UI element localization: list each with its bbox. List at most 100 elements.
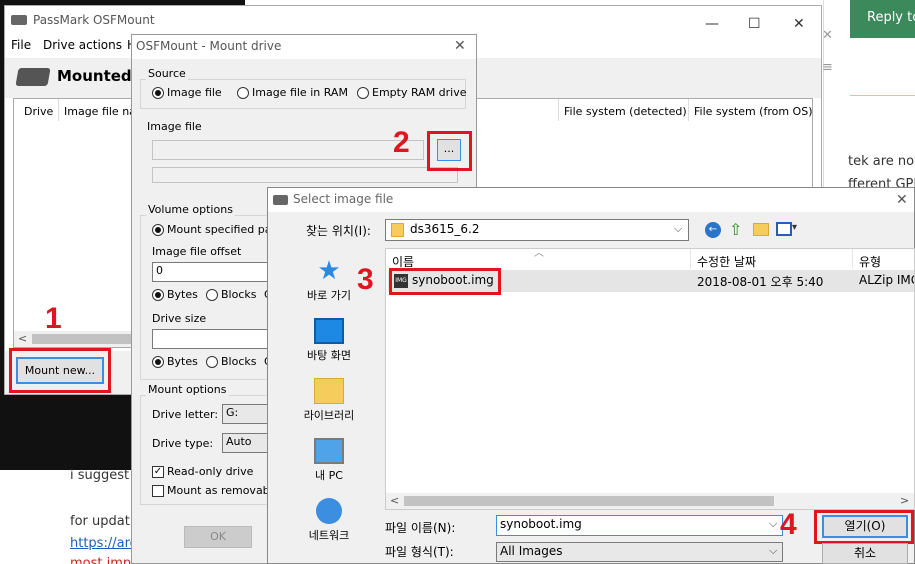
maximize-button[interactable]: ☐ <box>748 16 761 32</box>
chevron-down-icon[interactable]: ⌵ <box>769 544 777 558</box>
col-separator <box>852 249 853 269</box>
web-menu-icon[interactable]: ≡ <box>822 60 833 75</box>
nav-label: 바탕 화면 <box>307 349 351 362</box>
select-image-file-dialog: Select image file ✕ 찾는 위치(I): ds3615_6.2… <box>267 187 915 564</box>
radio-label: Bytes <box>167 288 198 301</box>
radio-dot[interactable] <box>206 356 218 368</box>
col-drive[interactable]: Drive <box>24 105 53 118</box>
drive-icon <box>15 68 51 86</box>
filetype-label: 파일 형식(T): <box>385 545 454 559</box>
col-modified[interactable]: 수정한 날짜 <box>697 253 756 270</box>
web-snippet-1: tek are now <box>848 154 915 169</box>
checkbox-label: Mount as removable <box>167 484 280 497</box>
web-close-icon[interactable]: ✕ <box>822 28 833 43</box>
step-marker-4: 4 <box>780 508 797 541</box>
new-folder-icon[interactable] <box>753 223 769 236</box>
col-type[interactable]: 유형 <box>859 253 881 270</box>
size-unit-blocks[interactable]: Blocks <box>206 355 256 368</box>
checkbox-box[interactable]: ✓ <box>152 466 164 478</box>
view-menu-chevron-icon[interactable]: ▾ <box>792 222 797 233</box>
dialog-title: OSFMount - Mount drive <box>136 39 282 53</box>
radio-dot[interactable] <box>152 224 164 236</box>
file-dialog-title: Select image file <box>293 192 394 206</box>
scroll-thumb[interactable] <box>32 334 132 344</box>
dialog-close-button[interactable]: ✕ <box>454 38 466 54</box>
radio-image-file[interactable]: Image file <box>152 86 222 99</box>
library-icon <box>314 378 344 404</box>
minimize-button[interactable]: — <box>705 16 719 32</box>
offset-unit-bytes[interactable]: Bytes <box>152 288 198 301</box>
file-dialog-icon <box>273 195 288 205</box>
drive-type-label: Drive type: <box>152 437 214 450</box>
star-icon: ★ <box>317 256 341 286</box>
file-modified: 2018-08-01 오후 5:40 <box>697 275 824 289</box>
look-in-select[interactable]: ds3615_6.2 ⌵ <box>385 219 689 241</box>
open-button[interactable]: 열기(O) <box>822 515 908 538</box>
radio-dot[interactable] <box>237 87 249 99</box>
step-marker-2: 2 <box>393 126 410 159</box>
radio-label: Image file <box>167 86 222 99</box>
radio-dot[interactable] <box>152 356 164 368</box>
radio-dot[interactable] <box>152 87 164 99</box>
file-list-scrollbar[interactable]: < > <box>386 493 914 509</box>
nav-label: 네트워크 <box>308 529 350 542</box>
source-group-label: Source <box>146 67 188 80</box>
look-in-label: 찾는 위치(I): <box>306 224 371 238</box>
reply-button[interactable]: Reply to <box>850 0 915 38</box>
offset-unit-blocks[interactable]: Blocks <box>206 288 256 301</box>
ok-button[interactable]: OK <box>184 526 252 548</box>
scroll-thumb[interactable] <box>404 496 774 506</box>
nav-desktop[interactable]: 바탕 화면 <box>274 318 384 363</box>
file-list[interactable]: ︿ 이름 수정한 날짜 유형 IMG synoboot.img 2018-08-… <box>385 248 915 510</box>
radio-label: Bytes <box>167 355 198 368</box>
volume-group-label: Volume options <box>146 203 235 216</box>
radio-image-in-ram[interactable]: Image file in RAM <box>237 86 348 99</box>
radio-dot[interactable] <box>357 87 369 99</box>
filetype-select[interactable]: All Images ⌵ <box>496 542 783 562</box>
look-in-value: ds3615_6.2 <box>410 222 480 236</box>
menu-file[interactable]: File <box>11 38 31 52</box>
readonly-checkbox[interactable]: ✓ Read-only drive <box>152 465 253 478</box>
chevron-down-icon: ⌵ <box>674 222 683 235</box>
nav-libraries[interactable]: 라이브러리 <box>274 378 384 423</box>
file-highlight <box>389 268 501 295</box>
cancel-button[interactable]: 취소 <box>822 543 908 564</box>
scroll-right-arrow[interactable]: > <box>900 494 909 507</box>
view-menu-icon[interactable] <box>776 222 792 236</box>
filename-value: synoboot.img <box>500 517 582 531</box>
drive-size-field[interactable] <box>152 329 272 349</box>
size-unit-bytes[interactable]: Bytes <box>152 355 198 368</box>
radio-label: Mount specified parti <box>167 223 284 236</box>
col-fs-os[interactable]: File system (from OS) <box>694 105 813 118</box>
radio-mount-specified[interactable]: Mount specified parti <box>152 223 283 236</box>
scroll-left-arrow[interactable]: < <box>390 494 399 507</box>
menu-drive-actions[interactable]: Drive actions <box>43 38 122 52</box>
offset-field[interactable]: 0 <box>152 262 272 282</box>
radio-label: Blocks <box>221 288 257 301</box>
scroll-left-arrow[interactable]: < <box>18 332 27 345</box>
chevron-down-icon[interactable]: ⌵ <box>769 517 777 531</box>
network-icon <box>316 498 342 524</box>
col-separator <box>558 99 559 121</box>
nav-this-pc[interactable]: 내 PC <box>274 438 384 483</box>
radio-label: Empty RAM drive <box>372 86 467 99</box>
image-file-path-field[interactable] <box>152 140 424 160</box>
close-button[interactable]: ✕ <box>793 16 805 32</box>
col-fs-detected[interactable]: File system (detected) <box>564 105 687 118</box>
filename-label: 파일 이름(N): <box>385 521 456 535</box>
checkbox-box[interactable] <box>152 485 164 497</box>
nav-network[interactable]: 네트워크 <box>274 498 384 543</box>
back-icon[interactable]: ← <box>705 222 721 238</box>
radio-dot[interactable] <box>152 289 164 301</box>
radio-empty-ram[interactable]: Empty RAM drive <box>357 86 467 99</box>
offset-label: Image file offset <box>152 245 242 258</box>
comment-link[interactable]: https://arc <box>70 536 137 551</box>
radio-dot[interactable] <box>206 289 218 301</box>
file-dialog-close-button[interactable]: ✕ <box>896 192 908 208</box>
removable-checkbox[interactable]: Mount as removable <box>152 484 280 497</box>
drive-letter-label: Drive letter: <box>152 408 219 421</box>
up-folder-icon[interactable]: ⇧ <box>729 221 745 239</box>
mount-new-button[interactable]: Mount new... <box>16 357 104 384</box>
filename-input[interactable]: synoboot.img ⌵ <box>496 515 783 536</box>
browse-button[interactable]: ... <box>437 139 461 161</box>
